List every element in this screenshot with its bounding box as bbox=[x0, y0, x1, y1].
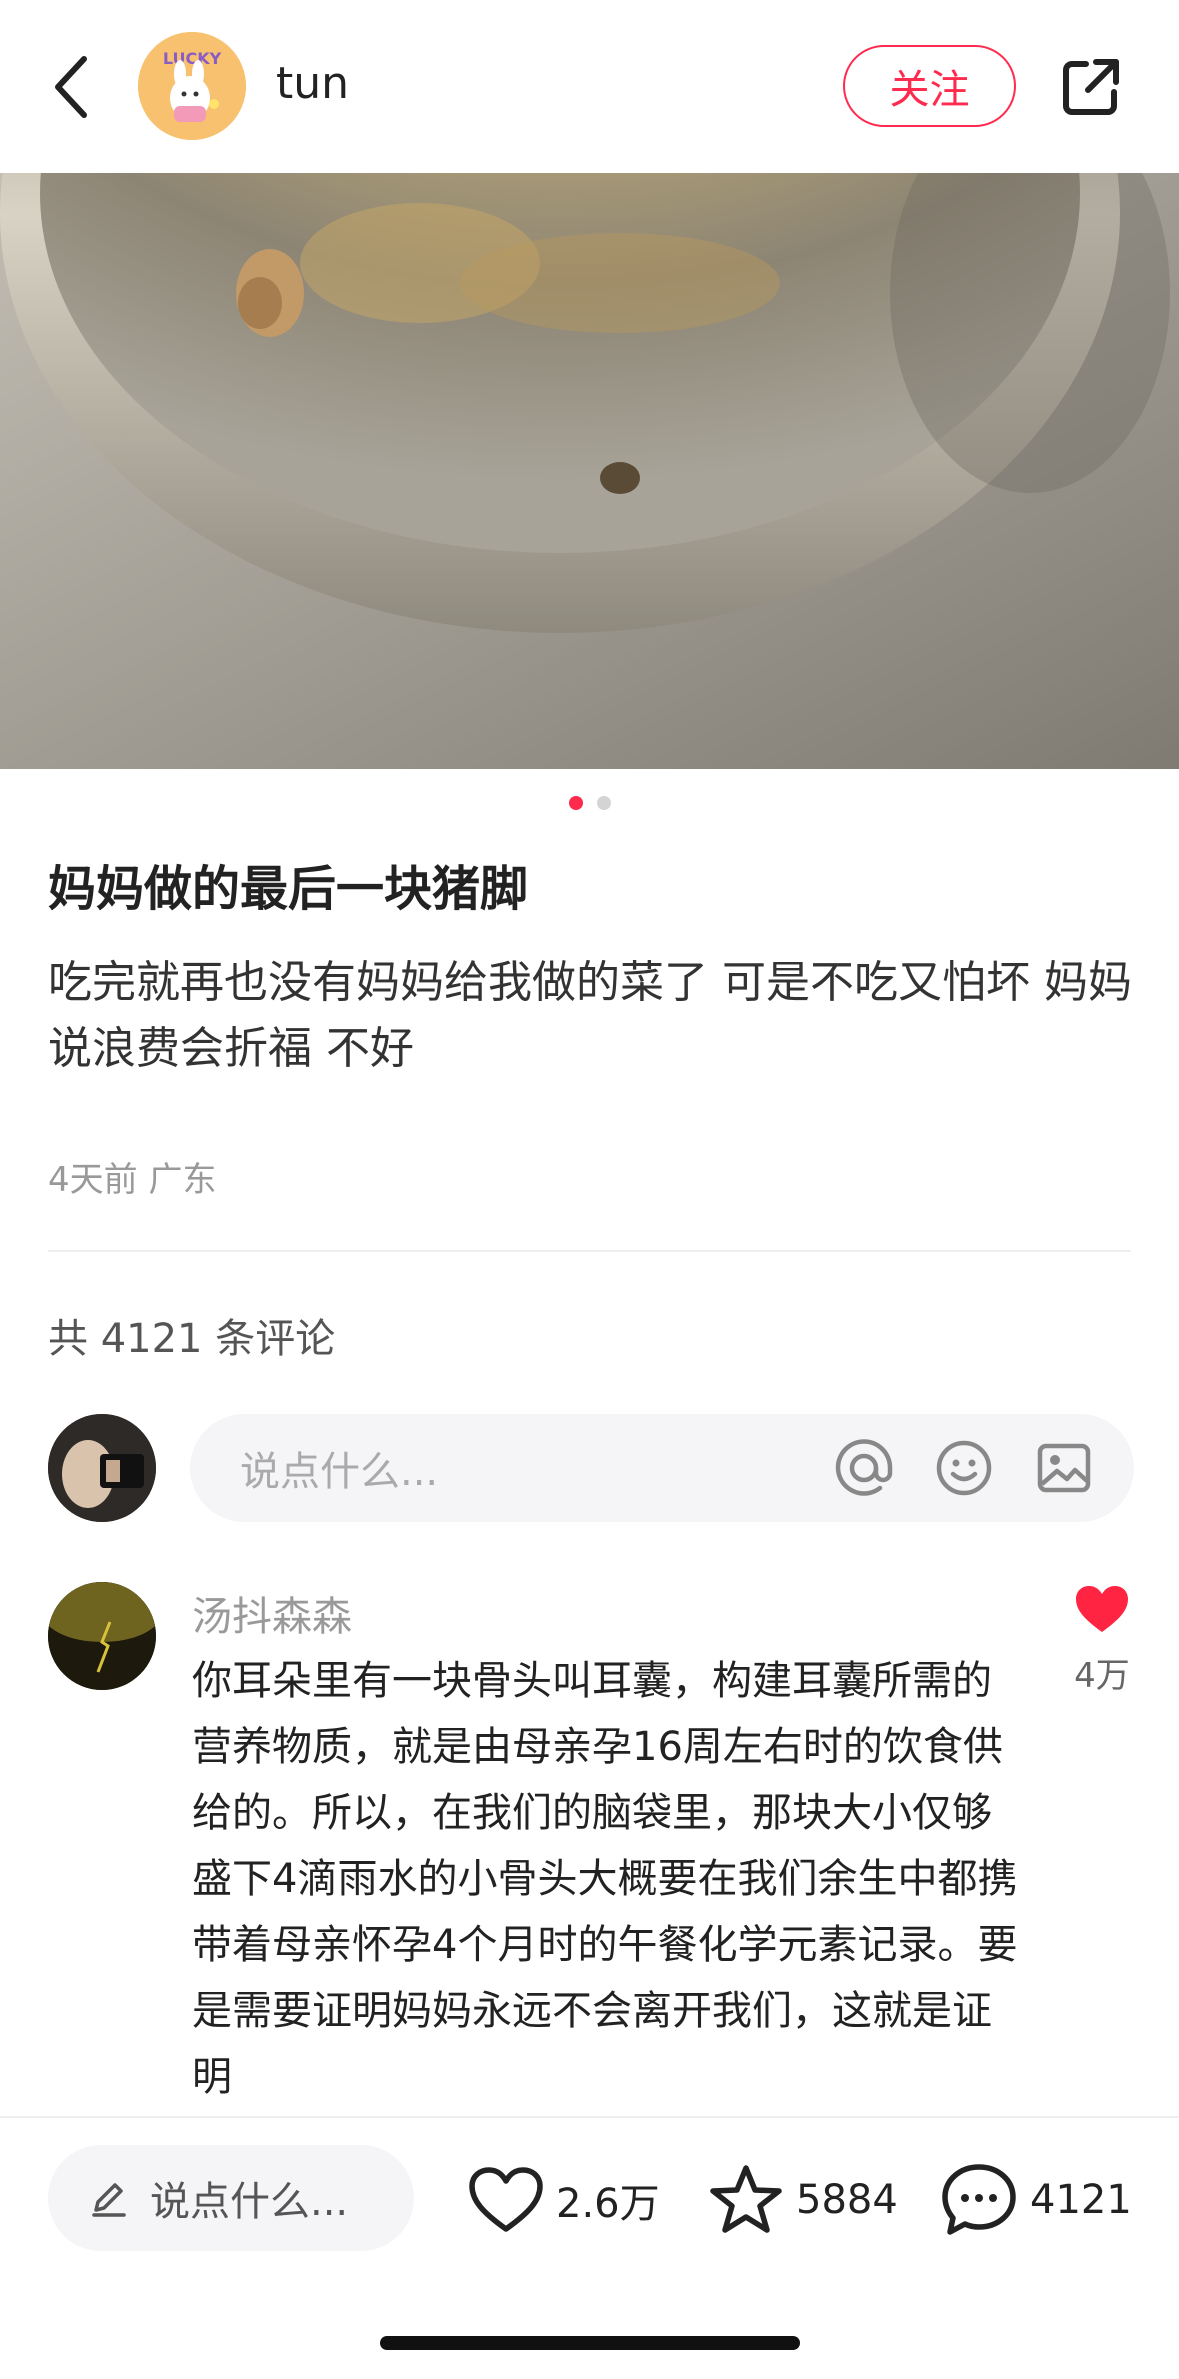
like-count: 2.6万 bbox=[556, 2181, 660, 2227]
follow-button[interactable]: 关注 bbox=[843, 45, 1016, 127]
divider bbox=[48, 1250, 1131, 1252]
my-avatar-image bbox=[48, 1414, 156, 1522]
heart-outline-icon bbox=[469, 2167, 543, 2232]
home-indicator[interactable] bbox=[380, 2336, 800, 2350]
my-avatar[interactable] bbox=[48, 1414, 156, 1522]
like-button[interactable]: 2.6万 bbox=[468, 2160, 660, 2240]
image-icon[interactable] bbox=[1034, 1438, 1094, 1498]
comment-input-placeholder: 说点什么... bbox=[240, 1449, 439, 1495]
emoji-icon[interactable] bbox=[934, 1438, 994, 1498]
carousel-dot-active bbox=[568, 796, 583, 810]
commenter-avatar-image bbox=[48, 1582, 156, 1690]
comments-count: 共 4121 条评论 bbox=[48, 1316, 336, 1362]
chevron-left-icon bbox=[55, 56, 87, 118]
comment-bubble-icon bbox=[942, 2164, 1016, 2235]
post-image[interactable] bbox=[0, 173, 1179, 769]
favorite-count: 5884 bbox=[796, 2177, 898, 2223]
comment-count: 4121 bbox=[1030, 2177, 1132, 2223]
mention-icon[interactable] bbox=[834, 1438, 894, 1498]
comment-button[interactable]: 4121 bbox=[940, 2160, 1132, 2240]
author-avatar-image: LUCKY bbox=[138, 32, 246, 140]
post-title: 妈妈做的最后一块猪脚 bbox=[48, 861, 529, 917]
comment-like-button[interactable]: 4万 bbox=[1066, 1584, 1138, 1697]
commenter-avatar[interactable] bbox=[48, 1582, 156, 1690]
share-button[interactable] bbox=[1056, 52, 1126, 122]
comment-input[interactable]: 说点什么... bbox=[190, 1414, 1134, 1522]
svg-text:LUCKY: LUCKY bbox=[163, 49, 222, 68]
star-outline-icon bbox=[710, 2165, 782, 2233]
carousel-dot bbox=[596, 796, 611, 810]
share-icon bbox=[1063, 59, 1119, 115]
author-avatar[interactable]: LUCKY bbox=[138, 32, 246, 140]
author-name[interactable]: tun bbox=[276, 58, 349, 109]
post-detail-page: LUCKY tun 关注 妈妈做的最后一块猪脚 吃完就再也没有妈妈给我做的菜了 … bbox=[0, 0, 1179, 2379]
back-button[interactable] bbox=[42, 52, 102, 122]
pencil-icon bbox=[92, 2183, 126, 2217]
pot-photo bbox=[0, 173, 1179, 769]
top-bar: LUCKY tun 关注 bbox=[0, 0, 1179, 173]
bottom-comment-input[interactable]: 说点什么... bbox=[48, 2145, 414, 2251]
bottom-divider bbox=[0, 2116, 1179, 2118]
carousel-indicator bbox=[0, 796, 1179, 816]
favorite-button[interactable]: 5884 bbox=[708, 2160, 898, 2240]
commenter-name[interactable]: 汤抖森森 bbox=[192, 1584, 352, 1642]
comment-input-tools bbox=[834, 1438, 1094, 1498]
post-body: 吃完就再也没有妈妈给我做的菜了 可是不吃又怕坏 妈妈说浪费会折福 不好 bbox=[48, 957, 1132, 1074]
comment-like-count: 4万 bbox=[1074, 1656, 1130, 1696]
bottom-input-placeholder: 说点什么... bbox=[150, 2179, 349, 2225]
heart-filled-icon bbox=[1076, 1586, 1128, 1632]
post-meta: 4天前 广东 bbox=[48, 1160, 217, 1200]
comment-text: 你耳朵里有一块骨头叫耳囊，构建耳囊所需的营养物质，就是由母亲孕16周左右时的饮食… bbox=[192, 1658, 1018, 2100]
